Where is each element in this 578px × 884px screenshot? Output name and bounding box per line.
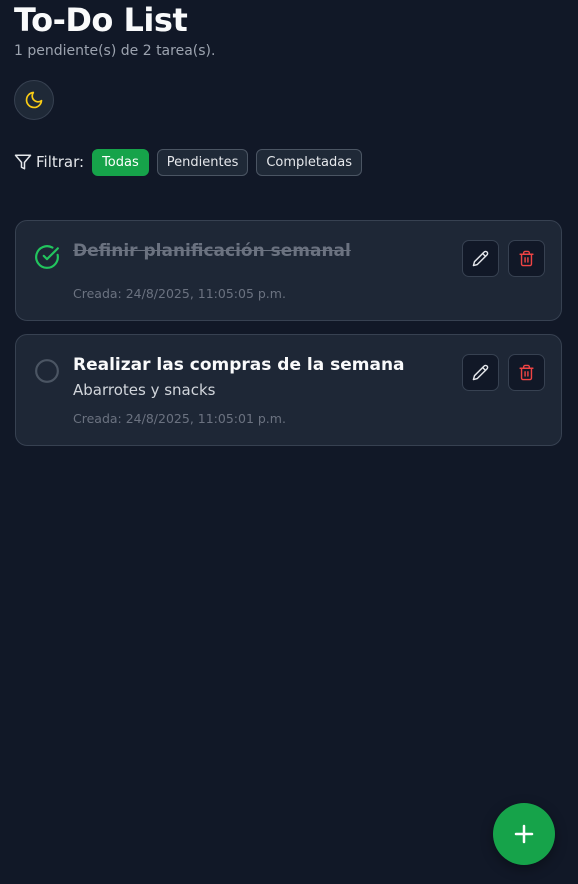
trash-icon xyxy=(518,364,535,381)
page-title: To-Do List xyxy=(14,1,188,39)
edit-task-button[interactable] xyxy=(462,240,499,277)
edit-task-button[interactable] xyxy=(462,354,499,391)
pencil-icon xyxy=(472,364,489,381)
check-circle-icon xyxy=(34,244,60,270)
task-card: Realizar las compras de la semana Abarro… xyxy=(15,334,562,446)
plus-icon xyxy=(512,822,536,846)
task-card: Definir planificación semanal Creada: 24… xyxy=(15,220,562,321)
pencil-icon xyxy=(472,250,489,267)
task-created-date: Creada: 24/8/2025, 11:05:01 p.m. xyxy=(73,411,286,426)
filter-completed-button[interactable]: Completadas xyxy=(256,148,362,176)
task-complete-checkbox[interactable] xyxy=(34,358,60,384)
delete-task-button[interactable] xyxy=(508,354,545,391)
task-title: Realizar las compras de la semana xyxy=(73,355,405,375)
empty-circle-icon xyxy=(34,358,60,384)
task-description: Abarrotes y snacks xyxy=(73,381,216,399)
task-complete-checkbox[interactable] xyxy=(34,244,60,270)
add-task-button[interactable] xyxy=(493,803,555,865)
task-title: Definir planificación semanal xyxy=(73,241,351,261)
filter-label: Filtrar: xyxy=(14,153,84,171)
theme-toggle-button[interactable] xyxy=(14,80,54,120)
header: To-Do List 1 pendiente(s) de 2 tarea(s). xyxy=(14,0,215,60)
filter-bar: Filtrar: Todas Pendientes Completadas xyxy=(14,148,370,176)
task-summary: 1 pendiente(s) de 2 tarea(s). xyxy=(14,43,216,59)
filter-label-text: Filtrar: xyxy=(36,153,85,171)
filter-pending-button[interactable]: Pendientes xyxy=(156,148,249,176)
filter-all-button[interactable]: Todas xyxy=(92,148,149,176)
filter-icon xyxy=(14,153,36,171)
moon-icon xyxy=(24,90,44,110)
delete-task-button[interactable] xyxy=(508,240,545,277)
trash-icon xyxy=(518,250,535,267)
task-created-date: Creada: 24/8/2025, 11:05:05 p.m. xyxy=(73,286,286,301)
